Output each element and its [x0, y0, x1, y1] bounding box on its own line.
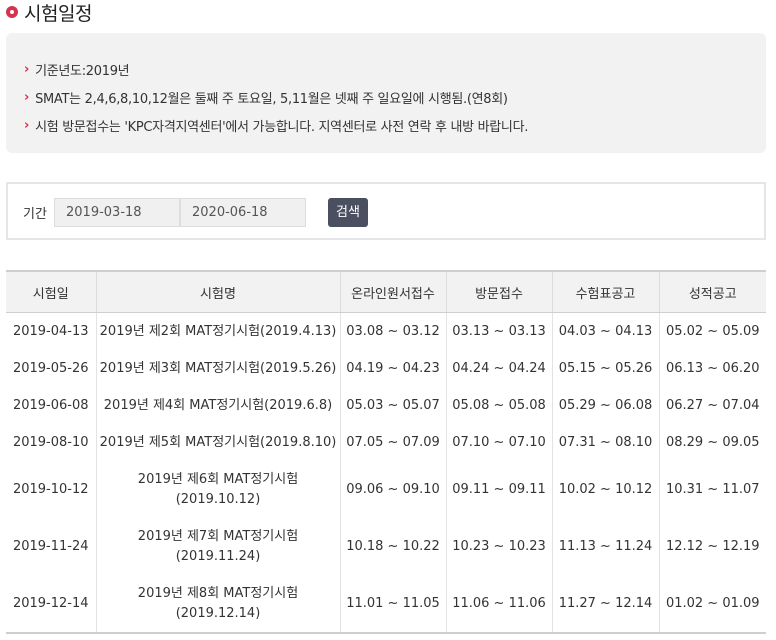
result-notice-cell: 10.31 ~ 11.07 [658, 461, 766, 518]
admission-ticket-cell: 11.13 ~ 11.24 [551, 518, 659, 575]
page-title: 시험일정 [6, 0, 92, 25]
exam-date-cell: 2019-12-14 [6, 575, 96, 634]
exam-name-cell: 2019년 제7회 MAT정기시험 (2019.11.24) [95, 518, 340, 575]
visit-application-cell: 03.13 ~ 03.13 [445, 312, 552, 350]
table-row: 2019-10-12 2019년 제6회 MAT정기시험 (2019.10.12… [6, 461, 766, 518]
visit-application-cell: 07.10 ~ 07.10 [445, 424, 552, 461]
end-date-input[interactable]: 2020-06-18 [180, 198, 306, 227]
visit-application-cell: 04.24 ~ 04.24 [445, 350, 552, 387]
online-application-cell: 05.03 ~ 05.07 [339, 387, 446, 424]
start-date-input[interactable]: 2019-03-18 [54, 198, 180, 227]
admission-ticket-cell: 04.03 ~ 04.13 [551, 312, 659, 350]
admission-ticket-cell: 05.29 ~ 06.08 [551, 387, 659, 424]
notice-item: › 시험 방문접수는 'KPC자격지역센터'에서 가능합니다. 지역센터로 사전… [24, 111, 766, 139]
notice-text: SMAT는 2,4,6,8,10,12월은 둘째 주 토요일, 5,11월은 넷… [35, 91, 508, 107]
notice-item: › SMAT는 2,4,6,8,10,12월은 둘째 주 토요일, 5,11월은… [24, 83, 766, 111]
result-notice-cell: 12.12 ~ 12.19 [658, 518, 766, 575]
visit-application-cell: 09.11 ~ 09.11 [445, 461, 552, 518]
exam-name-cell: 2019년 제5회 MAT정기시험(2019.8.10) [95, 424, 340, 461]
page-title-text: 시험일정 [24, 2, 92, 25]
table-row: 2019-08-10 2019년 제5회 MAT정기시험(2019.8.10) … [6, 424, 766, 461]
visit-application-cell: 10.23 ~ 10.23 [445, 518, 552, 575]
admission-ticket-cell: 05.15 ~ 05.26 [551, 350, 659, 387]
period-label: 기간 [23, 207, 47, 222]
bullet-circle-icon [6, 6, 18, 18]
notice-box: › 기준년도:2019년 › SMAT는 2,4,6,8,10,12월은 둘째 … [6, 33, 766, 153]
exam-schedule-table: 시험일 시험명 온라인원서접수 방문접수 수험표공고 성적공고 2019-04-… [6, 270, 766, 634]
notice-text: 기준년도:2019년 [35, 63, 130, 79]
exam-date-cell: 2019-05-26 [12, 360, 89, 376]
exam-name-cell: 2019년 제4회 MAT정기시험(2019.6.8) [95, 387, 340, 424]
chevron-right-icon: › [24, 89, 30, 105]
column-header: 온라인원서접수 [339, 270, 446, 313]
result-notice-cell: 05.02 ~ 05.09 [658, 312, 766, 350]
period-search-box: 기간 2019-03-18 2020-06-18 검색 [6, 182, 766, 240]
column-header: 방문접수 [445, 270, 552, 313]
table-header-row: 시험일 시험명 온라인원서접수 방문접수 수험표공고 성적공고 [6, 270, 766, 313]
result-notice-cell: 01.02 ~ 01.09 [658, 575, 766, 634]
column-header: 시험명 [95, 270, 340, 313]
admission-ticket-cell: 11.27 ~ 12.14 [551, 575, 659, 634]
exam-date-cell: 2019-06-08 [12, 397, 89, 413]
result-notice-cell: 06.27 ~ 07.04 [658, 387, 766, 424]
column-header: 성적공고 [658, 270, 766, 313]
search-button[interactable]: 검색 [328, 198, 368, 227]
column-header: 시험일 [6, 270, 96, 313]
exam-date-cell: 2019-08-10 [12, 434, 89, 450]
table-row: 2019-12-14 2019년 제8회 MAT정기시험 (2019.12.14… [6, 575, 766, 634]
exam-date-cell: 2019-04-13 [12, 323, 89, 339]
result-notice-cell: 08.29 ~ 09.05 [658, 424, 766, 461]
exam-name-cell: 2019년 제8회 MAT정기시험 (2019.12.14) [95, 575, 340, 634]
visit-application-cell: 11.06 ~ 11.06 [445, 575, 552, 634]
table-row: 2019-04-13 2019년 제2회 MAT정기시험(2019.4.13) … [6, 312, 766, 350]
online-application-cell: 11.01 ~ 11.05 [339, 575, 446, 634]
online-application-cell: 09.06 ~ 09.10 [339, 461, 446, 518]
admission-ticket-cell: 07.31 ~ 08.10 [551, 424, 659, 461]
online-application-cell: 07.05 ~ 07.09 [339, 424, 446, 461]
result-notice-cell: 06.13 ~ 06.20 [658, 350, 766, 387]
online-application-cell: 04.19 ~ 04.23 [339, 350, 446, 387]
exam-name-cell: 2019년 제3회 MAT정기시험(2019.5.26) [95, 350, 340, 387]
exam-name-cell: 2019년 제6회 MAT정기시험 (2019.10.12) [95, 461, 340, 518]
visit-application-cell: 05.08 ~ 05.08 [445, 387, 552, 424]
chevron-right-icon: › [24, 61, 30, 77]
table-row: 2019-11-24 2019년 제7회 MAT정기시험 (2019.11.24… [6, 518, 766, 575]
exam-date-cell: 2019-11-24 [12, 538, 89, 554]
chevron-right-icon: › [24, 117, 30, 133]
online-application-cell: 10.18 ~ 10.22 [339, 518, 446, 575]
column-header: 수험표공고 [551, 270, 659, 313]
notice-item: › 기준년도:2019년 [24, 55, 766, 83]
exam-name-cell: 2019년 제2회 MAT정기시험(2019.4.13) [95, 312, 340, 350]
online-application-cell: 03.08 ~ 03.12 [339, 312, 446, 350]
exam-date-cell: 2019-10-12 [12, 481, 89, 497]
notice-text: 시험 방문접수는 'KPC자격지역센터'에서 가능합니다. 지역센터로 사전 연… [35, 119, 529, 135]
table-row: 2019-05-26 2019년 제3회 MAT정기시험(2019.5.26) … [6, 350, 766, 387]
table-row: 2019-06-08 2019년 제4회 MAT정기시험(2019.6.8) 0… [6, 387, 766, 424]
admission-ticket-cell: 10.02 ~ 10.12 [551, 461, 659, 518]
